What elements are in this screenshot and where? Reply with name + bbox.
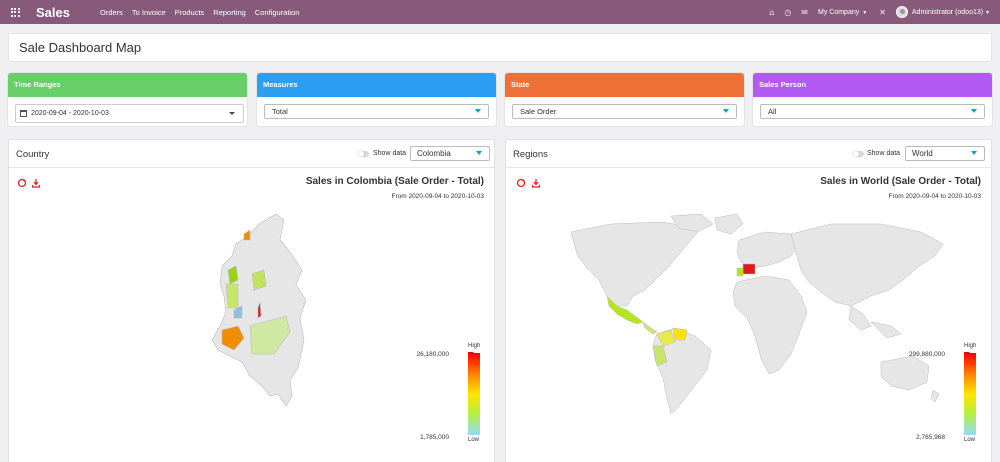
filter-measures: Measures Total: [257, 73, 496, 126]
panel-header: Country Show data Colombia: [9, 140, 494, 168]
filter-state: State Sale Order: [505, 73, 744, 126]
legend-low-label: Low: [964, 437, 976, 443]
caret-down-icon: ▼: [985, 9, 990, 16]
legend-min-value: 2,765,968: [916, 434, 945, 441]
state-value: Sale Order: [520, 107, 557, 116]
caret-down-icon: [229, 112, 235, 115]
map-subtitle: From 2020-09-04 to 2020-10-03: [888, 193, 981, 200]
colombia-map[interactable]: [204, 200, 314, 426]
filter-label: Measures: [257, 73, 496, 97]
breadcrumb: Sale Dashboard Map: [8, 33, 992, 62]
measures-select[interactable]: Total: [264, 104, 489, 119]
filter-label: State: [505, 73, 744, 97]
filter-label: Time Ranges: [8, 73, 247, 97]
region-select[interactable]: World: [905, 146, 985, 161]
legend-high-label: High: [964, 343, 977, 349]
show-data-label: Show data: [867, 150, 901, 157]
dropdown-arrow-icon: [475, 109, 481, 113]
dropdown-arrow-icon: [476, 151, 482, 155]
menu-to-invoice[interactable]: To Invoice: [132, 8, 166, 17]
legend-max-value: 299,880,000: [908, 351, 945, 358]
legend-min-value: 1,785,000: [420, 434, 449, 441]
panel-title: Country: [16, 149, 50, 160]
panel-title: Regions: [513, 149, 548, 160]
color-scale-legend: High Low 299,880,000 2,765,968: [909, 343, 979, 443]
dropdown-arrow-icon: [971, 151, 977, 155]
menu-products[interactable]: Products: [175, 8, 205, 17]
top-navbar: Sales Orders To Invoice Products Reporti…: [0, 0, 1000, 24]
map-title: Sales in Colombia (Sale Order - Total): [305, 176, 484, 187]
app-name[interactable]: Sales: [36, 5, 70, 20]
clock-icon[interactable]: ◷: [784, 8, 791, 17]
country-map-panel: Country Show data Colombia Sales in Colo…: [8, 139, 495, 462]
company-name: My Company: [818, 8, 860, 16]
filter-sales-person: Sales Person All: [753, 73, 992, 126]
show-data-toggle[interactable]: [358, 151, 369, 157]
refresh-icon[interactable]: [17, 178, 27, 188]
download-icon[interactable]: [31, 178, 41, 188]
map-subtitle: From 2020-09-04 to 2020-10-03: [391, 193, 484, 200]
calendar-icon: [20, 110, 27, 117]
legend-min-marker: [468, 430, 474, 435]
legend-gradient: [468, 353, 480, 435]
date-range-value: 2020-09-04 - 2020-10-03: [31, 110, 109, 117]
legend-low-label: Low: [468, 437, 480, 443]
legend-high-label: High: [468, 343, 481, 349]
menu-configuration[interactable]: Configuration: [255, 8, 300, 17]
regions-map-panel: Regions Show data World Sales in World (…: [505, 139, 992, 462]
world-map[interactable]: [551, 210, 951, 420]
tools-icon[interactable]: ✕: [879, 8, 886, 17]
avatar[interactable]: [895, 6, 908, 18]
sales-person-value: All: [768, 107, 777, 116]
legend-min-marker: [964, 430, 970, 435]
refresh-icon[interactable]: [516, 178, 526, 188]
user-menu[interactable]: Administrator (odoo13) ▼: [912, 9, 990, 16]
caret-down-icon: ▼: [862, 9, 868, 16]
company-switcher[interactable]: My Company ▼: [818, 9, 867, 16]
country-select[interactable]: Colombia: [410, 146, 490, 161]
dropdown-arrow-icon: [971, 109, 977, 113]
download-icon[interactable]: [531, 178, 541, 188]
show-data-label: Show data: [373, 150, 407, 157]
user-name: Administrator (odoo13): [911, 8, 984, 16]
filter-time-ranges: Time Ranges 2020-09-04 - 2020-10-03: [8, 73, 247, 126]
date-range-input[interactable]: 2020-09-04 - 2020-10-03: [15, 104, 244, 123]
map-title: Sales in World (Sale Order - Total): [820, 176, 981, 187]
sales-person-select[interactable]: All: [760, 104, 985, 119]
panel-header: Regions Show data World: [506, 140, 991, 168]
country-select-value: Colombia: [417, 149, 451, 158]
color-scale-legend: High Low 26,180,000 1,785,000: [416, 343, 483, 443]
apps-menu-icon[interactable]: [3, 0, 27, 24]
menu-reporting[interactable]: Reporting: [213, 8, 246, 17]
state-select[interactable]: Sale Order: [512, 104, 737, 119]
dropdown-arrow-icon: [723, 109, 729, 113]
home-icon[interactable]: ⌂: [769, 8, 774, 17]
filter-label: Sales Person: [753, 73, 992, 97]
menu-orders[interactable]: Orders: [100, 8, 123, 17]
measures-value: Total: [272, 107, 288, 116]
chat-icon[interactable]: ✉: [801, 8, 808, 17]
page-title: Sale Dashboard Map: [19, 40, 142, 55]
show-data-toggle[interactable]: [853, 151, 864, 157]
legend-max-value: 26,180,000: [416, 351, 449, 358]
region-select-value: World: [912, 149, 933, 158]
legend-gradient: [964, 353, 976, 435]
